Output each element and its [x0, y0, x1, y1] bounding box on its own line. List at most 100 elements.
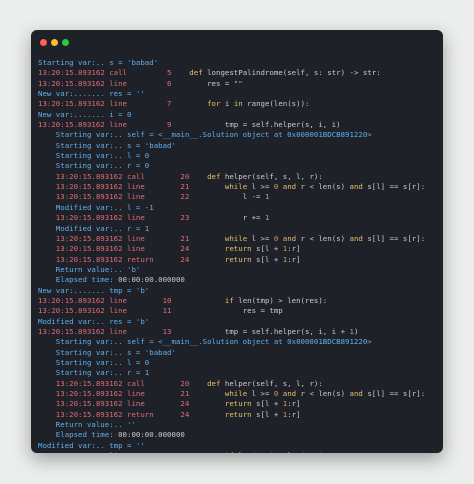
trace-token: return — [189, 399, 257, 409]
trace-token: longestPalindrome(self, s: str) -> str: — [207, 68, 381, 78]
trace-token: def — [189, 171, 225, 181]
trace-token: and — [278, 233, 301, 243]
trace-token: Return value:.. '' — [38, 420, 136, 430]
trace-line: Starting var:.. r = 0 — [38, 161, 441, 171]
trace-token: 13:20:15.893162 line 14 — [38, 451, 172, 453]
trace-token: l >= — [251, 182, 274, 192]
trace-line: Starting var:.. l = 0 — [38, 151, 441, 161]
trace-token: i — [224, 99, 234, 109]
trace-token: 13:20:15.893162 line 21 — [38, 233, 190, 243]
trace-token: s[l + — [256, 254, 283, 264]
trace-token: Elapsed time: — [38, 430, 119, 440]
trace-token: s[l + — [256, 409, 283, 419]
trace-token: 13:20:15.893162 call 5 — [38, 68, 172, 78]
trace-token: Starting var:.. r = 0 — [38, 161, 150, 171]
trace-token: Modified var:.. res = 'b' — [38, 316, 150, 326]
trace-line: Starting var:.. s = 'babad' — [38, 141, 441, 151]
trace-token: and — [278, 182, 301, 192]
trace-token: 13:20:15.893162 call 20 — [38, 171, 190, 181]
trace-line: 13:20:15.893162 line 13 tmp = self.helpe… — [38, 327, 441, 337]
trace-token: r += — [189, 213, 265, 223]
trace-line: 13:20:15.893162 line 10 if len(tmp) > le… — [38, 296, 441, 306]
trace-line: 13:20:15.893162 line 21 while l >= 0 and… — [38, 182, 441, 192]
trace-token: 00:00:00.000000 — [118, 275, 185, 285]
trace-token: and — [349, 389, 368, 398]
trace-token: 13:20:15.893162 line 24 — [38, 244, 190, 254]
trace-token: while — [189, 182, 252, 192]
trace-line: New var:....... res = '' — [38, 89, 441, 99]
trace-token: Starting var:.. r = 1 — [38, 368, 150, 378]
minimize-window-button[interactable] — [51, 39, 58, 46]
trace-token: and — [349, 233, 368, 243]
trace-line: Starting var:.. self = <__main__.Solutio… — [38, 337, 441, 347]
trace-token: len(tmp) > len(res): — [238, 451, 327, 453]
trace-token: l -= — [189, 192, 265, 202]
trace-line: 13:20:15.893162 return 24 return s[l + 1… — [38, 255, 441, 265]
trace-token: if — [172, 451, 239, 453]
trace-token: l >= — [251, 233, 274, 243]
trace-line: 13:20:15.893162 line 22 l -= 1 — [38, 192, 441, 202]
trace-line: 13:20:15.893162 call 20 def helper(self,… — [38, 172, 441, 182]
trace-line: 13:20:15.893162 line 11 res = tmp — [38, 306, 441, 316]
trace-token: for — [171, 99, 225, 109]
trace-line: 13:20:15.893162 call 5 def longestPalind… — [38, 68, 441, 78]
trace-token: s[l] == s[r]: — [367, 233, 426, 243]
trace-token: 13:20:15.893162 line 13 — [38, 326, 172, 336]
trace-token: Modified var:.. tmp = '' — [38, 440, 145, 450]
trace-token: 13:20:15.893162 line 6 — [38, 78, 172, 88]
trace-token: s[l + — [256, 244, 283, 254]
trace-token: 13:20:15.893162 line 22 — [38, 192, 190, 202]
trace-token: and — [278, 389, 301, 398]
trace-line: 13:20:15.893162 line 21 while l >= 0 and… — [38, 234, 441, 244]
trace-line: Modified var:.. res = 'b' — [38, 317, 441, 327]
trace-token: r < len(s) — [300, 182, 350, 192]
trace-token: 13:20:15.893162 line 7 — [38, 99, 172, 109]
trace-token: if — [171, 295, 239, 305]
trace-token: helper(self, s, l, r): — [224, 171, 323, 181]
trace-token: def — [189, 378, 225, 388]
close-window-button[interactable] — [40, 39, 47, 46]
trace-token: 13:20:15.893162 call 20 — [38, 378, 190, 388]
trace-token: s[l + — [256, 399, 283, 409]
trace-token: and — [349, 182, 368, 192]
trace-token: Starting var:.. s = 'babad' — [38, 347, 176, 357]
trace-token: 13:20:15.893162 line 21 — [38, 182, 190, 192]
trace-token: New var:....... i = 0 — [38, 109, 132, 119]
trace-token: s[l] == s[r]: — [367, 389, 426, 398]
trace-token: Starting var:.. self = <__main__.Solutio… — [38, 130, 372, 140]
trace-line: Modified var:.. tmp = '' — [38, 441, 441, 451]
trace-token: tmp = self.helper(s, i, i + — [171, 326, 350, 336]
trace-token: res = tmp — [171, 306, 283, 316]
trace-token: 13:20:15.893162 return 24 — [38, 409, 190, 419]
trace-line: Starting var:.. s = 'babad' — [38, 58, 441, 68]
trace-token: 13:20:15.893162 line 23 — [38, 213, 190, 223]
trace-token: 13:20:15.893162 line 10 — [38, 295, 172, 305]
trace-token: 13:20:15.893162 line 24 — [38, 399, 190, 409]
trace-token: Starting var:.. l = 0 — [38, 151, 150, 161]
trace-token: Modified var:.. r = 1 — [38, 223, 150, 233]
trace-output: Starting var:.. s = 'babad' 13:20:15.8931… — [38, 58, 441, 453]
trace-token: :r] — [287, 254, 301, 264]
trace-token: Starting var:.. s = 'babad' — [38, 58, 159, 67]
trace-token: l >= — [251, 389, 274, 398]
trace-token: 1 — [264, 192, 270, 202]
trace-line: 13:20:15.893162 line 14 if len(tmp) > le… — [38, 451, 441, 453]
trace-token: ) — [353, 326, 359, 336]
trace-token: 13:20:15.893162 line 9 — [38, 120, 172, 130]
trace-token: def — [171, 68, 208, 78]
trace-token: 13:20:15.893162 return 24 — [38, 254, 190, 264]
trace-line: Starting var:.. r = 1 — [38, 368, 441, 378]
trace-line: Elapsed time: 00:00:00.000000 — [38, 275, 441, 285]
trace-token: New var:....... tmp = 'b' — [38, 285, 150, 295]
trace-line: 13:20:15.893162 return 24 return s[l + 1… — [38, 410, 441, 420]
trace-line: Return value:.. 'b' — [38, 265, 441, 275]
trace-token: return — [189, 244, 257, 254]
trace-line: Return value:.. '' — [38, 420, 441, 430]
trace-token: "" — [233, 78, 243, 88]
trace-line: Modified var:.. l = -1 — [38, 203, 441, 213]
maximize-window-button[interactable] — [62, 39, 69, 46]
trace-token: r < len(s) — [300, 389, 350, 398]
trace-line: 13:20:15.893162 line 24 return s[l + 1:r… — [38, 244, 441, 254]
trace-line: Starting var:.. s = 'babad' — [38, 348, 441, 358]
trace-token: in — [233, 99, 248, 109]
